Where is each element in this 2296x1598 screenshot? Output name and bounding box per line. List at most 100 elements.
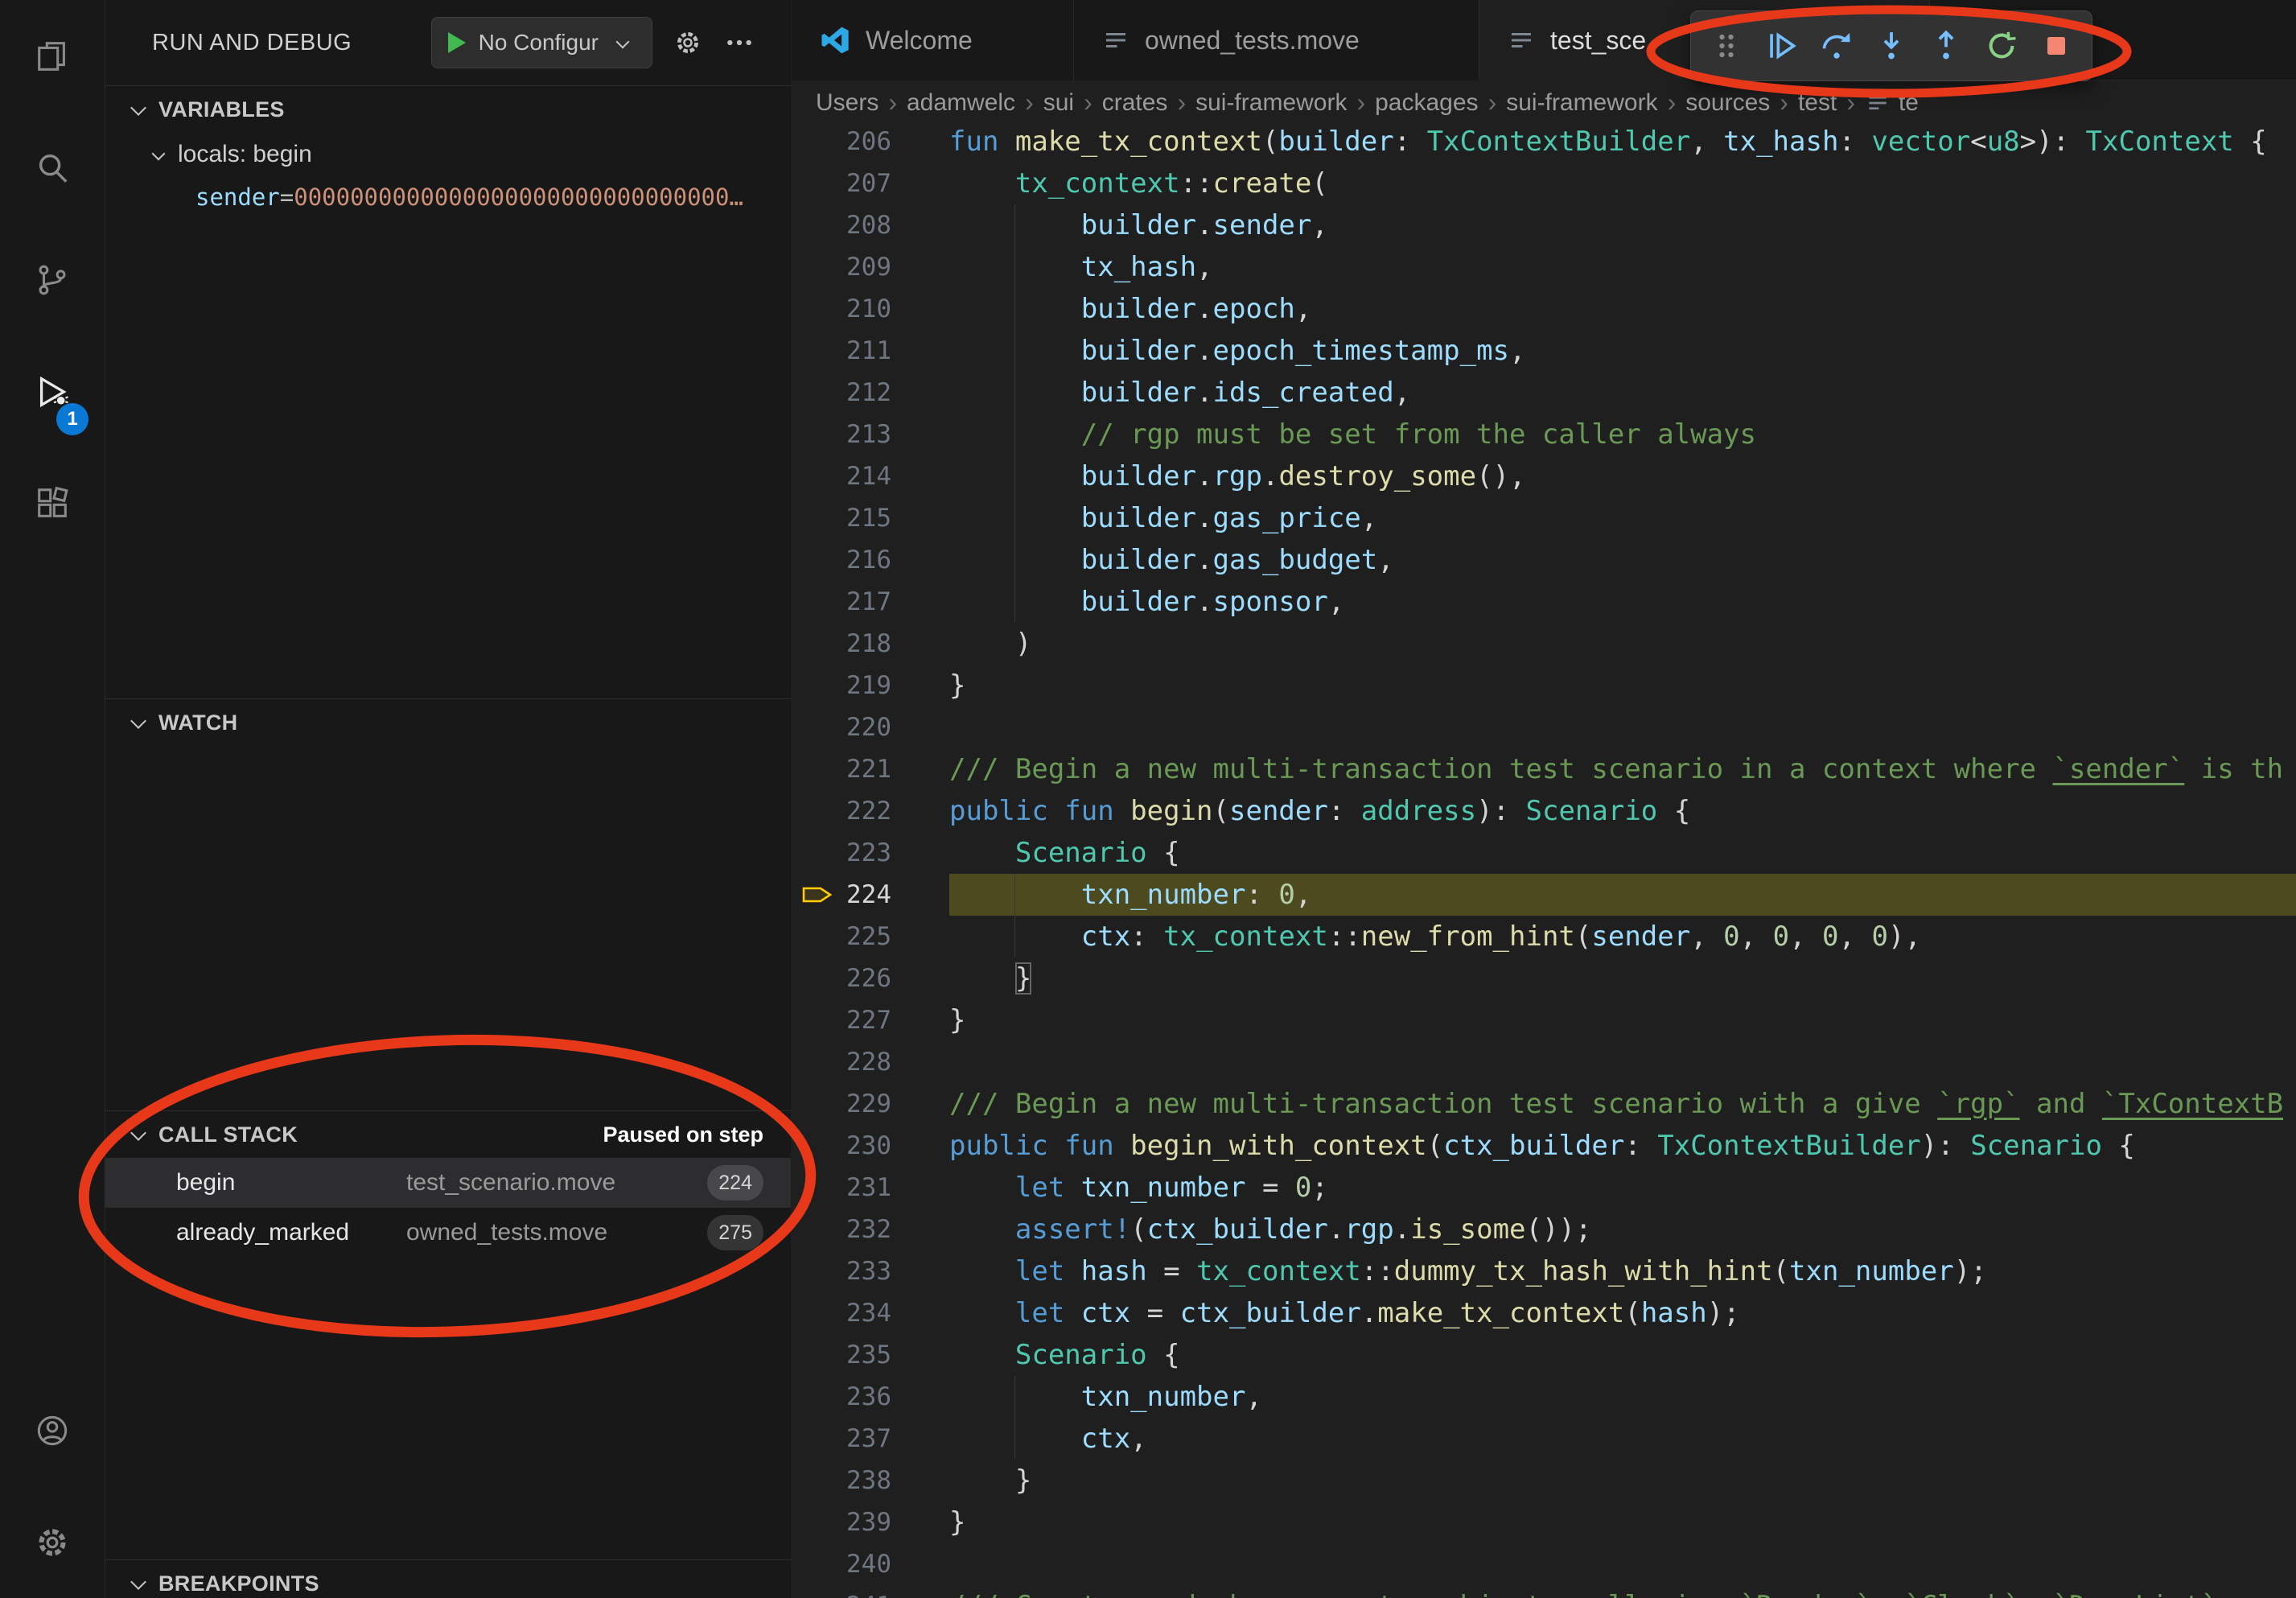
gutter[interactable]: 207 xyxy=(792,163,949,204)
call-stack-frame-already_marked[interactable]: already_markedowned_tests.move275 xyxy=(105,1208,791,1258)
code-line-229[interactable]: 229/// Begin a new multi-transaction tes… xyxy=(792,1083,2296,1125)
gutter[interactable]: 234 xyxy=(792,1292,949,1334)
gutter[interactable]: 232 xyxy=(792,1209,949,1250)
code-line-238[interactable]: 238 } xyxy=(792,1460,2296,1501)
gutter[interactable]: 208 xyxy=(792,204,949,246)
gutter[interactable]: 206 xyxy=(792,126,949,163)
variable-entry-sender[interactable]: sender = 0000000000000000000000000000000… xyxy=(105,176,791,218)
gutter[interactable]: 239 xyxy=(792,1501,949,1543)
breadcrumb-item[interactable]: sources xyxy=(1685,89,1770,117)
gutter[interactable]: 210 xyxy=(792,288,949,330)
tab-owned_tests-move[interactable]: owned_tests.move xyxy=(1074,0,1479,80)
code-line-209[interactable]: 209 tx_hash, xyxy=(792,246,2296,288)
code-line-224[interactable]: 224 txn_number: 0, xyxy=(792,874,2296,916)
code-line-233[interactable]: 233 let hash = tx_context::dummy_tx_hash… xyxy=(792,1250,2296,1292)
code-line-220[interactable]: 220 xyxy=(792,706,2296,748)
gutter[interactable]: 233 xyxy=(792,1250,949,1292)
code-line-227[interactable]: 227} xyxy=(792,999,2296,1041)
gutter[interactable]: 236 xyxy=(792,1376,949,1418)
gutter[interactable]: 241 xyxy=(792,1585,949,1598)
gutter[interactable]: 223 xyxy=(792,832,949,874)
code-line-237[interactable]: 237 ctx, xyxy=(792,1418,2296,1460)
breadcrumb-item[interactable]: crates xyxy=(1102,89,1168,117)
gutter[interactable]: 221 xyxy=(792,748,949,790)
code-line-206[interactable]: 206fun make_tx_context(builder: TxContex… xyxy=(792,126,2296,163)
code-line-207[interactable]: 207 tx_context::create( xyxy=(792,163,2296,204)
gutter[interactable]: 238 xyxy=(792,1460,949,1501)
code-line-231[interactable]: 231 let txn_number = 0; xyxy=(792,1167,2296,1209)
code-line-239[interactable]: 239} xyxy=(792,1501,2296,1543)
activity-bar-settings[interactable] xyxy=(0,1486,105,1598)
code-line-226[interactable]: 226 } xyxy=(792,958,2296,999)
step-over-button[interactable] xyxy=(1814,20,1859,72)
gutter[interactable]: 230 xyxy=(792,1125,949,1167)
gutter[interactable]: 224 xyxy=(792,874,949,916)
code-line-208[interactable]: 208 builder.sender, xyxy=(792,204,2296,246)
gutter[interactable]: 228 xyxy=(792,1041,949,1083)
gutter[interactable]: 211 xyxy=(792,330,949,372)
code-line-215[interactable]: 215 builder.gas_price, xyxy=(792,497,2296,539)
code-line-218[interactable]: 218 ) xyxy=(792,623,2296,665)
gutter[interactable]: 209 xyxy=(792,246,949,288)
code-line-232[interactable]: 232 assert!(ctx_builder.rgp.is_some()); xyxy=(792,1209,2296,1250)
restart-button[interactable] xyxy=(1979,20,2024,72)
code-line-217[interactable]: 217 builder.sponsor, xyxy=(792,581,2296,623)
gutter[interactable]: 226 xyxy=(792,958,949,999)
tab-welcome[interactable]: Welcome xyxy=(792,0,1074,80)
gutter[interactable]: 220 xyxy=(792,706,949,748)
code-line-230[interactable]: 230public fun begin_with_context(ctx_bui… xyxy=(792,1125,2296,1167)
gutter[interactable]: 225 xyxy=(792,916,949,958)
code-line-236[interactable]: 236 txn_number, xyxy=(792,1376,2296,1418)
breadcrumb-item[interactable]: sui-framework xyxy=(1506,89,1657,117)
watch-section-header[interactable]: WATCH xyxy=(105,699,791,746)
gutter[interactable]: 237 xyxy=(792,1418,949,1460)
gutter[interactable]: 231 xyxy=(792,1167,949,1209)
gutter[interactable]: 214 xyxy=(792,455,949,497)
activity-bar-run-and-debug[interactable]: 1 xyxy=(0,336,105,447)
code-line-213[interactable]: 213 // rgp must be set from the caller a… xyxy=(792,414,2296,455)
code-line-216[interactable]: 216 builder.gas_budget, xyxy=(792,539,2296,581)
activity-bar-search[interactable] xyxy=(0,112,105,224)
breadcrumb-item[interactable]: Users xyxy=(816,89,878,117)
start-debug-icon[interactable] xyxy=(448,32,466,53)
gutter[interactable]: 215 xyxy=(792,497,949,539)
gutter[interactable]: 218 xyxy=(792,623,949,665)
breadcrumb-item[interactable]: sui-framework xyxy=(1195,89,1347,117)
call-stack-section-header[interactable]: CALL STACK Paused on step xyxy=(105,1111,791,1158)
code-line-211[interactable]: 211 builder.epoch_timestamp_ms, xyxy=(792,330,2296,372)
code-line-241[interactable]: 241/// Creates and shares system objects… xyxy=(792,1585,2296,1598)
code-line-240[interactable]: 240 xyxy=(792,1543,2296,1585)
code-line-222[interactable]: 222public fun begin(sender: address): Sc… xyxy=(792,790,2296,832)
activity-bar-explorer[interactable] xyxy=(0,0,105,112)
activity-bar-extensions[interactable] xyxy=(0,447,105,559)
step-into-button[interactable] xyxy=(1869,20,1914,72)
gutter[interactable]: 240 xyxy=(792,1543,949,1585)
gutter[interactable]: 216 xyxy=(792,539,949,581)
variables-section-header[interactable]: VARIABLES xyxy=(105,86,791,133)
gutter[interactable]: 235 xyxy=(792,1334,949,1376)
code-line-214[interactable]: 214 builder.rgp.destroy_some(), xyxy=(792,455,2296,497)
code-line-228[interactable]: 228 xyxy=(792,1041,2296,1083)
code-line-219[interactable]: 219} xyxy=(792,665,2296,706)
stop-button[interactable] xyxy=(2034,20,2079,72)
variables-scope-row[interactable]: locals: begin xyxy=(105,133,791,176)
breadcrumb-item[interactable]: adamwelc xyxy=(907,89,1015,117)
gutter[interactable]: 227 xyxy=(792,999,949,1041)
call-stack-frame-begin[interactable]: begintest_scenario.move224 xyxy=(105,1158,791,1208)
continue-button[interactable] xyxy=(1759,20,1804,72)
gutter[interactable]: 213 xyxy=(792,414,949,455)
code-line-210[interactable]: 210 builder.epoch, xyxy=(792,288,2296,330)
activity-bar-source-control[interactable] xyxy=(0,224,105,336)
gutter[interactable]: 222 xyxy=(792,790,949,832)
code-line-225[interactable]: 225 ctx: tx_context::new_from_hint(sende… xyxy=(792,916,2296,958)
code-line-235[interactable]: 235 Scenario { xyxy=(792,1334,2296,1376)
breakpoints-section-header[interactable]: BREAKPOINTS xyxy=(105,1560,791,1598)
step-out-button[interactable] xyxy=(1924,20,1969,72)
gutter[interactable]: 217 xyxy=(792,581,949,623)
code-line-221[interactable]: 221/// Begin a new multi-transaction tes… xyxy=(792,748,2296,790)
breadcrumb-item[interactable]: test xyxy=(1798,89,1837,117)
activity-bar-account[interactable] xyxy=(0,1374,105,1486)
debug-config-picker[interactable]: No Configur xyxy=(431,17,652,68)
breadcrumb-item[interactable]: sui xyxy=(1043,89,1074,117)
code-line-212[interactable]: 212 builder.ids_created, xyxy=(792,372,2296,414)
